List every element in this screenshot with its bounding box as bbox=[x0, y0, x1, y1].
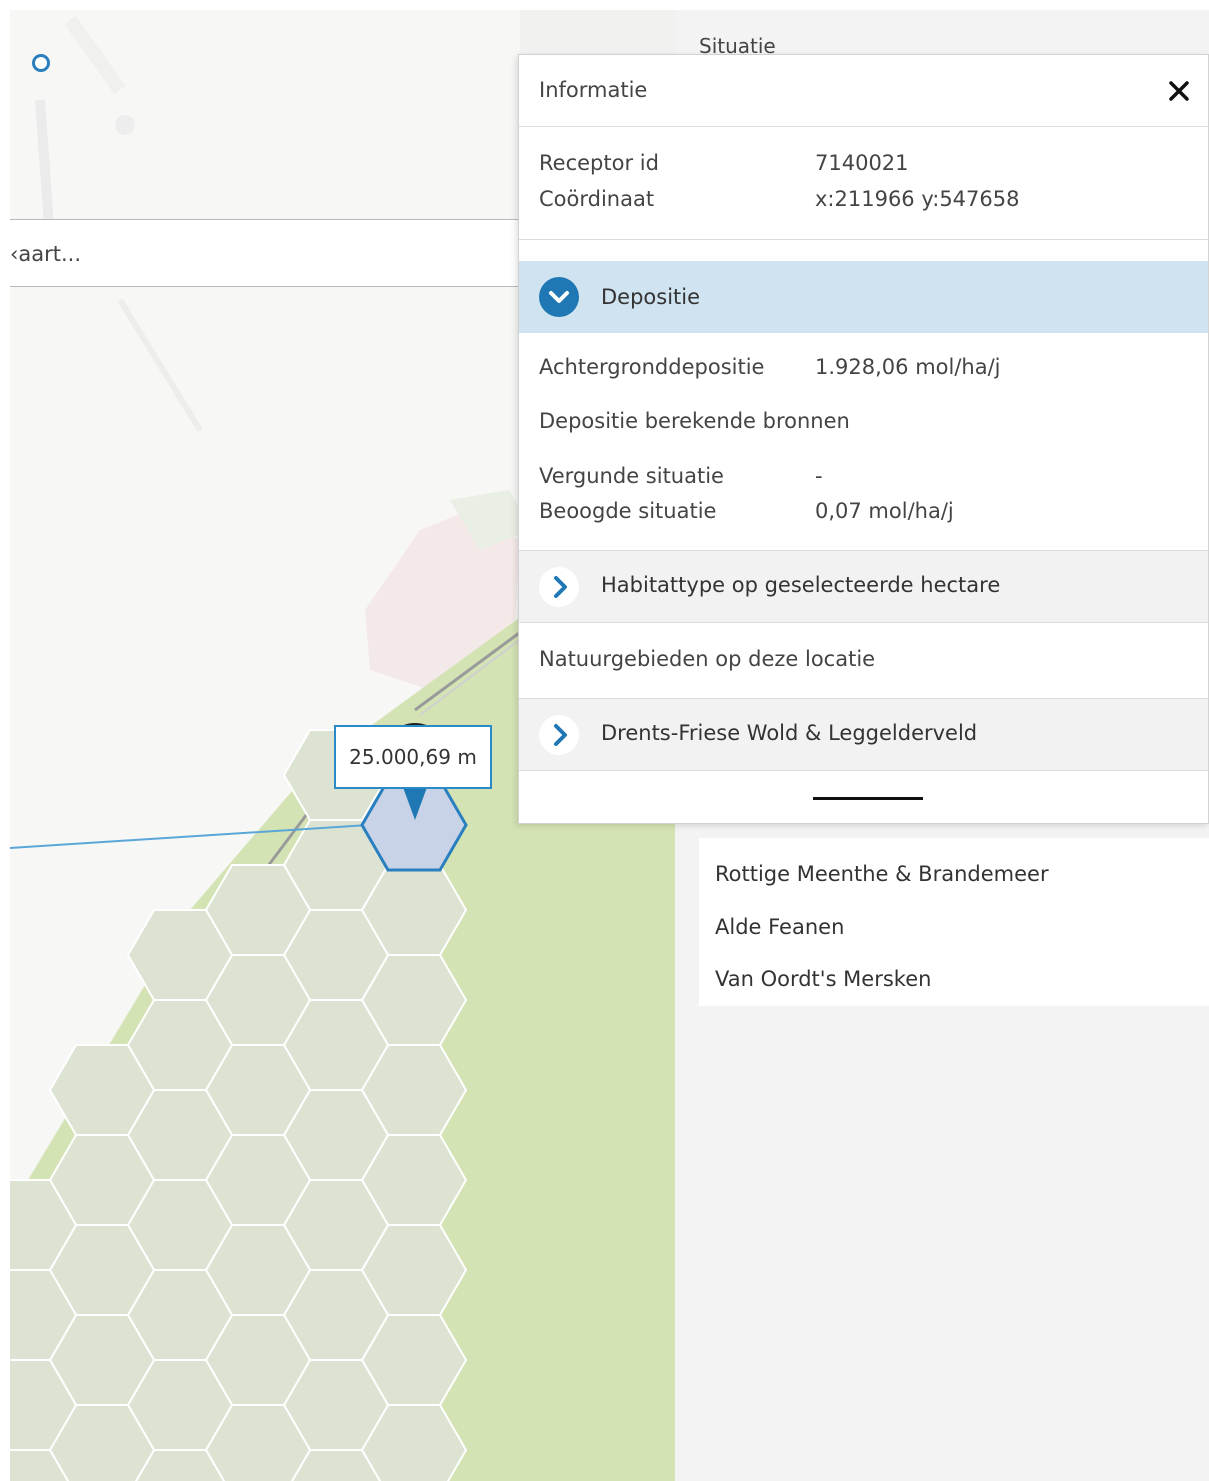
intended-situation-value: 0,07 mol/ha/j bbox=[815, 499, 954, 523]
resize-handle[interactable] bbox=[813, 797, 923, 800]
chevron-right-icon bbox=[539, 715, 579, 755]
list-item[interactable]: Rottige Meenthe & Brandemeer bbox=[715, 862, 1049, 886]
close-button[interactable] bbox=[1166, 73, 1192, 109]
chevron-down-icon bbox=[539, 277, 579, 317]
map-location-dot[interactable] bbox=[32, 54, 50, 72]
popup-header: Informatie bbox=[519, 55, 1208, 127]
divider bbox=[519, 239, 1208, 240]
close-icon[interactable] bbox=[1168, 80, 1190, 102]
nature-area-section-header[interactable]: Drents-Friese Wold & Leggelderveld bbox=[519, 698, 1208, 771]
chevron-right-icon bbox=[539, 567, 579, 607]
list-item[interactable]: Van Oordt's Mersken bbox=[715, 967, 931, 991]
deposition-section-header[interactable]: Depositie bbox=[519, 261, 1208, 333]
calculated-sources-label: Depositie berekende bronnen bbox=[539, 409, 850, 433]
permitted-situation-label: Vergunde situatie bbox=[539, 464, 724, 488]
intended-situation-label: Beoogde situatie bbox=[539, 499, 717, 523]
map-search-text: ‹aart... bbox=[10, 242, 82, 266]
receptor-id-label: Receptor id bbox=[539, 151, 659, 175]
list-item[interactable]: Alde Feanen bbox=[715, 915, 844, 939]
coordinate-label: Coördinaat bbox=[539, 187, 655, 211]
background-deposition-value: 1.928,06 mol/ha/j bbox=[815, 355, 1001, 379]
popup-title: Informatie bbox=[539, 78, 648, 102]
habitat-section-title: Habitattype op geselecteerde hectare bbox=[601, 573, 1001, 597]
nature-area-section-title: Drents-Friese Wold & Leggelderveld bbox=[601, 721, 978, 745]
nature-areas-label: Natuurgebieden op deze locatie bbox=[539, 647, 876, 671]
info-popup: Informatie Receptor id 7140021 Coördinaa… bbox=[518, 54, 1209, 824]
map-search-bar[interactable]: ‹aart... bbox=[10, 219, 518, 287]
distance-label: 25.000,69 m bbox=[334, 725, 492, 789]
permitted-situation-value: - bbox=[815, 464, 823, 488]
deposition-section-title: Depositie bbox=[601, 285, 701, 309]
habitat-section-header[interactable]: Habitattype op geselecteerde hectare bbox=[519, 550, 1208, 623]
nature-area-list: Rottige Meenthe & Brandemeer Alde Feanen… bbox=[699, 838, 1209, 1006]
background-deposition-label: Achtergronddepositie bbox=[539, 355, 765, 379]
coordinate-value: x:211966 y:547658 bbox=[815, 187, 1020, 211]
receptor-id-value: 7140021 bbox=[815, 151, 909, 175]
